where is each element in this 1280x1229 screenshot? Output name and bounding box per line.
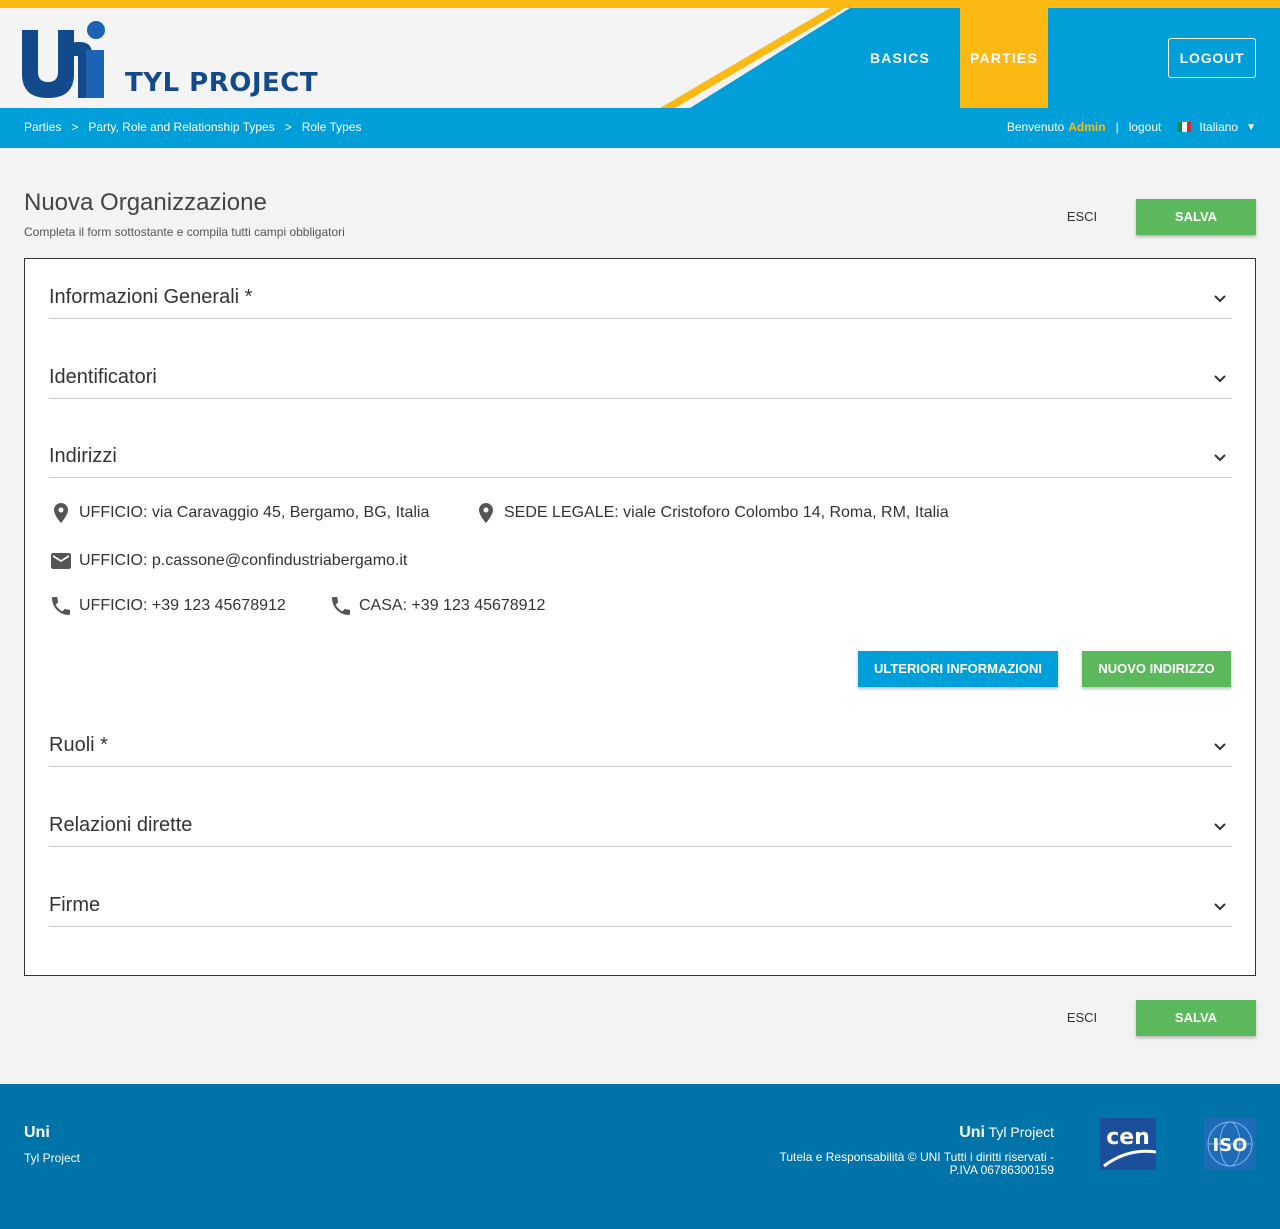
logout-link[interactable]: logout	[1129, 120, 1162, 134]
cen-logo[interactable]: cen	[1100, 1118, 1157, 1170]
svg-text:ISO: ISO	[1213, 1135, 1248, 1156]
logout-button[interactable]: LOGOUT	[1168, 38, 1256, 78]
section-firme[interactable]: Firme	[49, 867, 1232, 927]
salva-button-bottom[interactable]: SALVA	[1136, 1000, 1256, 1036]
section-ruoli[interactable]: Ruoli *	[49, 707, 1232, 767]
footer-brand-bold: Uni	[959, 1124, 985, 1141]
section-title: Relazioni dirette	[49, 814, 193, 836]
chevron-down-icon[interactable]	[1212, 818, 1228, 834]
section-identificatori[interactable]: Identificatori	[49, 339, 1232, 399]
section-indirizzi[interactable]: Indirizzi	[49, 418, 1232, 478]
email-item: UFFICIO: p.cassone@confindustriabergamo.…	[49, 549, 407, 573]
phone-icon	[332, 597, 350, 615]
footer-copyright: © UNI Tutti i diritti riservati - P.IVA …	[907, 1150, 1054, 1177]
more-info-button[interactable]: ULTERIORI INFORMAZIONI	[858, 651, 1058, 687]
location-pin-icon	[479, 503, 493, 523]
breadcrumb-separator: >	[284, 120, 292, 134]
section-title: Identificatori	[49, 366, 157, 388]
language-select[interactable]: Italiano	[1199, 120, 1238, 134]
footer-subtitle: Tyl Project	[24, 1151, 81, 1165]
address-item: SEDE LEGALE: viale Cristoforo Colombo 14…	[474, 501, 949, 525]
chevron-down-icon[interactable]	[1212, 898, 1228, 914]
top-stripe	[0, 0, 1280, 8]
breadcrumb-parties[interactable]: Parties	[24, 120, 61, 134]
subbar: Parties > Party, Role and Relationship T…	[0, 108, 1280, 148]
chevron-down-icon[interactable]	[1212, 738, 1228, 754]
salva-button-top[interactable]: SALVA	[1136, 199, 1256, 235]
address-item: UFFICIO: via Caravaggio 45, Bergamo, BG,…	[49, 501, 429, 525]
iso-logo[interactable]: ISO	[1204, 1118, 1256, 1170]
nav-basics[interactable]: BASICS	[860, 8, 940, 108]
welcome-text: Benvenuto	[1006, 120, 1065, 134]
phone-text: CASA: +39 123 45678912	[359, 597, 546, 614]
phone-text: UFFICIO: +39 123 45678912	[79, 597, 286, 614]
section-title: Ruoli *	[49, 734, 108, 756]
phone-icon	[52, 597, 70, 615]
address-text: UFFICIO: via Caravaggio 45, Bergamo, BG,…	[79, 504, 430, 521]
email-text: UFFICIO: p.cassone@confindustriabergamo.…	[79, 552, 408, 569]
section-title: Indirizzi	[49, 445, 117, 467]
phone-item: CASA: +39 123 45678912	[329, 594, 545, 618]
breadcrumb-role-types[interactable]: Role Types	[302, 120, 362, 134]
section-informazioni-generali[interactable]: Informazioni Generali *	[49, 259, 1232, 319]
footer-title: Uni	[24, 1124, 50, 1141]
mail-icon	[51, 553, 71, 569]
esci-button-bottom[interactable]: ESCI	[1052, 1000, 1112, 1036]
footer-brand: Uni Tyl Project	[959, 1124, 1054, 1142]
italy-flag-icon	[1177, 122, 1192, 132]
chevron-down-icon[interactable]	[1212, 290, 1228, 306]
page-subtitle: Completa il form sottostante e compila t…	[24, 225, 345, 239]
breadcrumb: Parties > Party, Role and Relationship T…	[24, 120, 362, 134]
footer-legal: Tutela e Responsabilità © UNI Tutti i di…	[754, 1151, 1054, 1177]
user-name[interactable]: Admin	[1068, 120, 1105, 134]
breadcrumb-separator: >	[71, 120, 79, 134]
footer: Uni Tyl Project Uni Tyl Project Tutela e…	[0, 1084, 1280, 1229]
caret-down-icon[interactable]: ▼	[1246, 122, 1256, 133]
page-title: Nuova Organizzazione	[24, 189, 267, 216]
form-card: Informazioni Generali * Identificatori I…	[24, 258, 1256, 976]
phone-item: UFFICIO: +39 123 45678912	[49, 594, 286, 618]
chevron-down-icon[interactable]	[1212, 449, 1228, 465]
brand-title: TYL PROJECT	[125, 68, 319, 98]
location-pin-icon	[54, 503, 68, 523]
section-title: Firme	[49, 894, 101, 916]
uni-logo[interactable]	[20, 20, 110, 100]
section-relazioni-dirette[interactable]: Relazioni dirette	[49, 787, 1232, 847]
nav-parties[interactable]: PARTIES	[960, 8, 1048, 108]
divider: |	[1115, 120, 1119, 134]
esci-button-top[interactable]: ESCI	[1052, 199, 1112, 235]
header: TYL PROJECT BASICS PARTIES LOGOUT	[0, 8, 1280, 108]
user-box: Benvenuto Admin | logout Italiano ▼	[1007, 120, 1256, 134]
footer-legal-link[interactable]: Tutela e Responsabilità	[779, 1150, 904, 1164]
new-address-button[interactable]: NUOVO INDIRIZZO	[1082, 651, 1231, 687]
svg-text:cen: cen	[1106, 1125, 1150, 1150]
footer-brand-text: Tyl Project	[988, 1124, 1054, 1140]
address-text: SEDE LEGALE: viale Cristoforo Colombo 14…	[504, 504, 949, 521]
breadcrumb-party-types[interactable]: Party, Role and Relationship Types	[88, 120, 274, 134]
chevron-down-icon[interactable]	[1212, 370, 1228, 386]
section-title: Informazioni Generali *	[49, 286, 253, 308]
